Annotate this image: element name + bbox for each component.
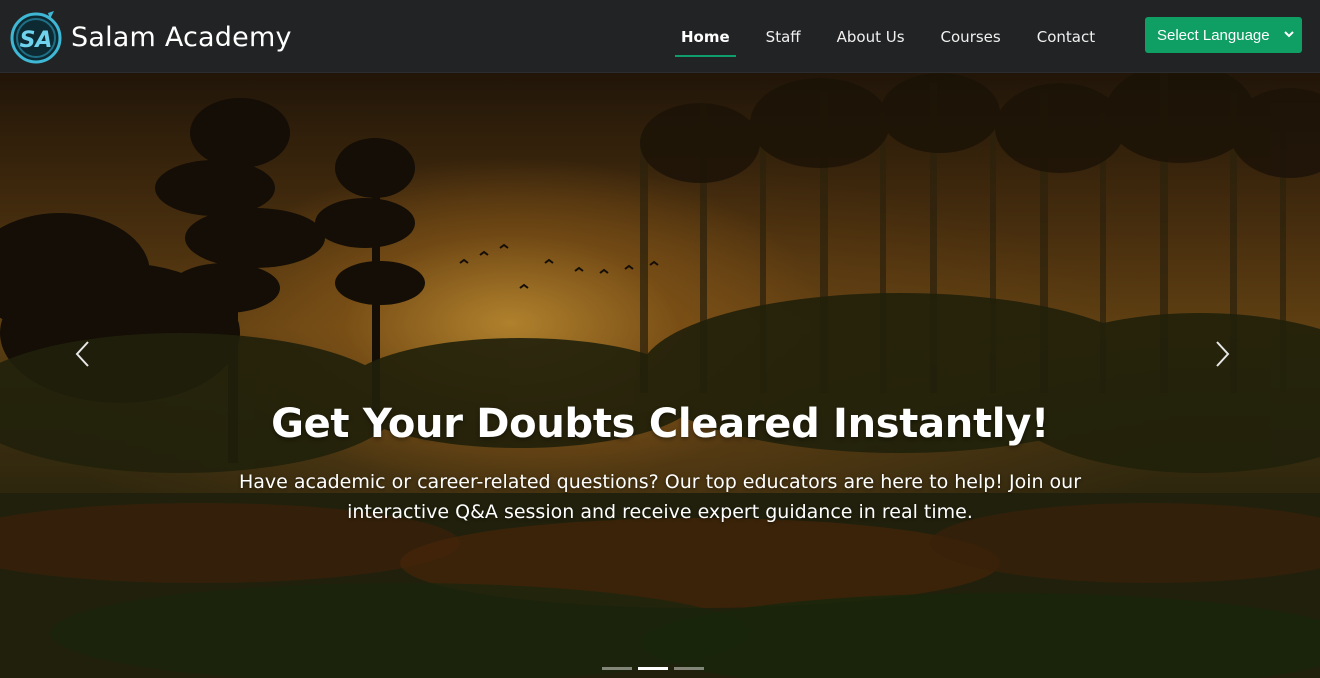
nav-item-staff[interactable]: Staff [748, 0, 819, 73]
hero-overlay [0, 73, 1320, 678]
carousel-prev-button[interactable] [72, 338, 94, 370]
brand-link[interactable]: SA Salam Academy [10, 9, 292, 65]
chevron-down-icon [1284, 31, 1294, 38]
nav-item-courses[interactable]: Courses [923, 0, 1019, 73]
nav-item-contact[interactable]: Contact [1019, 0, 1113, 73]
carousel-indicator-1[interactable] [602, 667, 632, 670]
language-select-value: Select Language [1157, 26, 1270, 44]
hero-carousel: Get Your Doubts Cleared Instantly! Have … [0, 73, 1320, 678]
hero-subtext: Have academic or career-related question… [238, 471, 1082, 523]
nav-item-about-us[interactable]: About Us [819, 0, 923, 73]
hero-headline: Get Your Doubts Cleared Instantly! [271, 401, 1049, 447]
top-navbar: SA Salam Academy Home Staff About Us Cou… [0, 0, 1320, 73]
carousel-indicators [602, 667, 704, 670]
chevron-right-icon [1216, 341, 1230, 367]
carousel-indicator-2[interactable] [638, 667, 668, 670]
brand-name: Salam Academy [71, 21, 292, 53]
language-select[interactable]: Select Language [1145, 17, 1302, 53]
chevron-left-icon [75, 341, 89, 367]
sa-monogram-logo-icon: SA [10, 11, 62, 64]
carousel-next-button[interactable] [1211, 338, 1233, 370]
carousel-indicator-3[interactable] [674, 667, 704, 670]
main-nav: Home Staff About Us Courses Contact [663, 0, 1113, 73]
nav-item-home[interactable]: Home [663, 0, 748, 73]
svg-text:SA: SA [20, 28, 53, 53]
